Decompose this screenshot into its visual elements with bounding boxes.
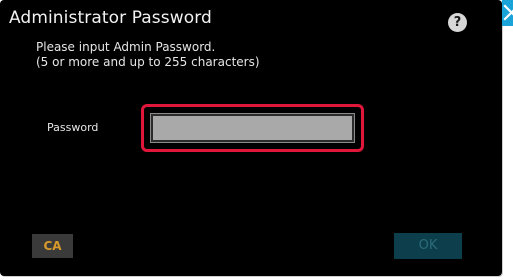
screen: Administrator Password Please input Admi… [0, 0, 513, 280]
password-label: Password [47, 121, 99, 134]
close-icon [502, 0, 513, 26]
password-input[interactable] [150, 113, 355, 143]
clear-all-button[interactable]: CA [32, 234, 73, 258]
instructions-text: Please input Admin Password. (5 or more … [36, 40, 260, 70]
admin-password-dialog: Administrator Password Please input Admi… [0, 0, 502, 276]
ok-button[interactable]: OK [394, 233, 462, 259]
dialog-title: Administrator Password [9, 8, 212, 28]
close-button[interactable] [502, 0, 513, 26]
instruction-line-2: (5 or more and up to 255 characters) [36, 55, 260, 69]
help-icon[interactable]: ? [448, 13, 467, 32]
instruction-line-1: Please input Admin Password. [36, 40, 216, 54]
